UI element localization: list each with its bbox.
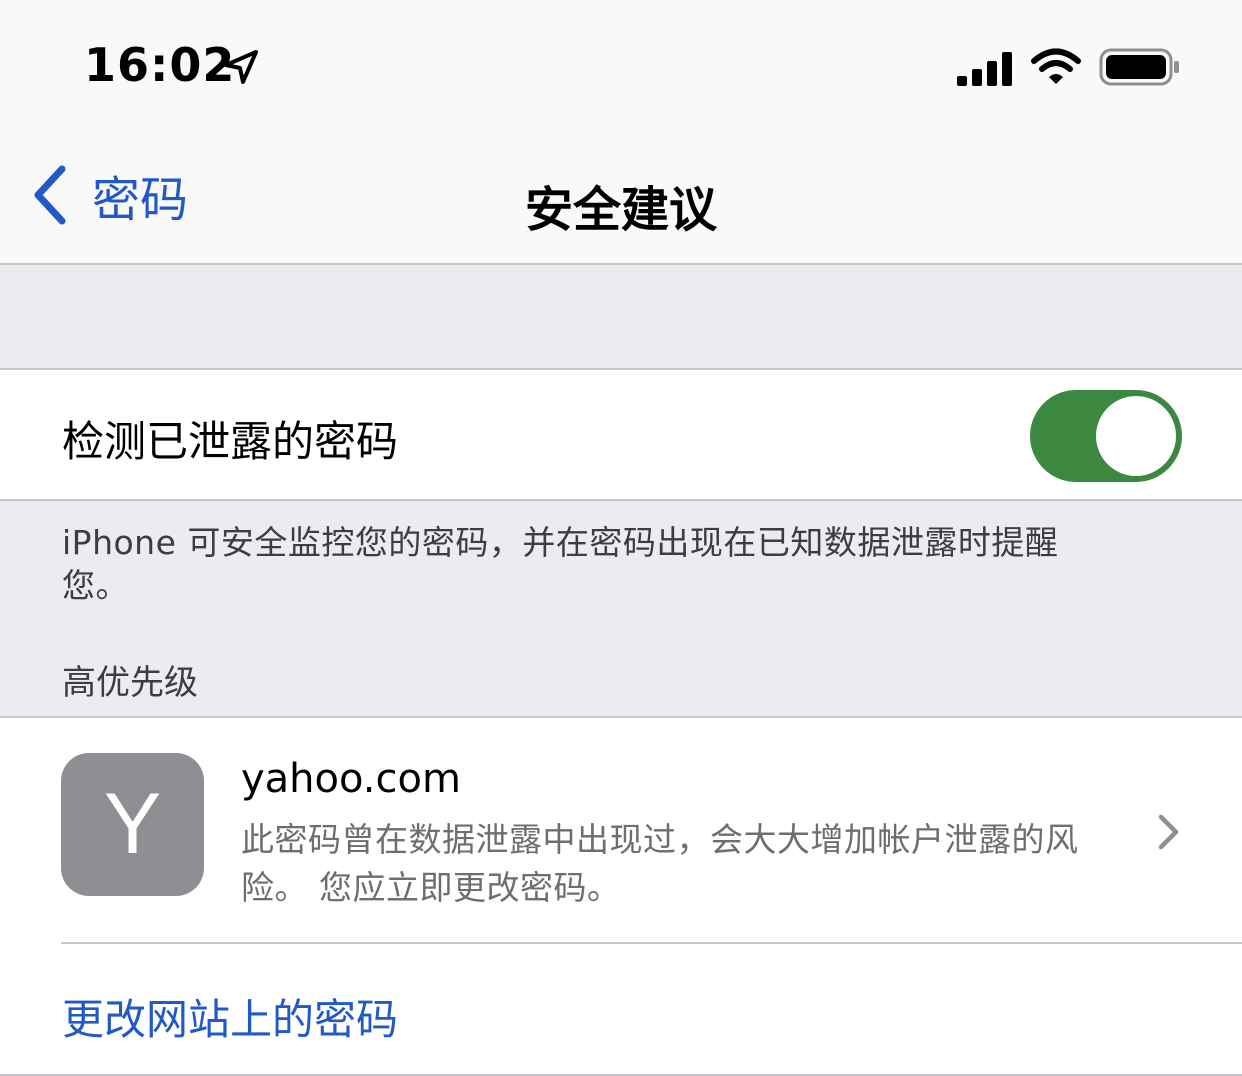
toggle-knob [1096,396,1176,476]
detect-compromised-row: 检测已泄露的密码 [0,370,1242,501]
cellular-signal-icon [957,52,1012,86]
security-recommendations-screen: 16:02 密码 安全建议 检测已泄露的密码 iPhone 可安全监控您的密码，… [0,0,1242,1076]
status-bar: 16:02 [0,0,1242,130]
group-footer: iPhone 可安全监控您的密码，并在密码出现在已知数据泄露时提醒您。 高优先级 [0,501,1242,718]
status-time: 16:02 [84,38,236,92]
footer-note: iPhone 可安全监控您的密码，并在密码出现在已知数据泄露时提醒您。 [62,523,1059,605]
detect-compromised-toggle[interactable] [1030,390,1182,482]
site-name: yahoo.com [241,756,461,802]
site-avatar-letter: Y [103,776,162,872]
change-password-row[interactable]: 更改网站上的密码 [0,944,1242,1076]
change-password-on-website-button[interactable]: 更改网站上的密码 [62,986,398,1047]
page-title: 安全建议 [524,182,717,238]
section-header-high-priority: 高优先级 [62,663,198,703]
battery-icon [1099,48,1179,86]
wifi-icon [1031,48,1081,84]
recommendation-row[interactable]: Y yahoo.com 此密码曾在数据泄露中出现过，会大大增加帐户泄露的风险。 … [0,718,1242,944]
location-arrow-icon [224,50,258,84]
navigation-bar: 密码 安全建议 [0,130,1242,265]
site-avatar: Y [61,753,204,896]
recommendation-description: 此密码曾在数据泄露中出现过，会大大增加帐户泄露的风险。 您应立即更改密码。 [241,820,1079,907]
detect-compromised-label: 检测已泄露的密码 [62,417,399,466]
group-spacer [0,265,1242,370]
chevron-right-icon [1158,814,1179,850]
